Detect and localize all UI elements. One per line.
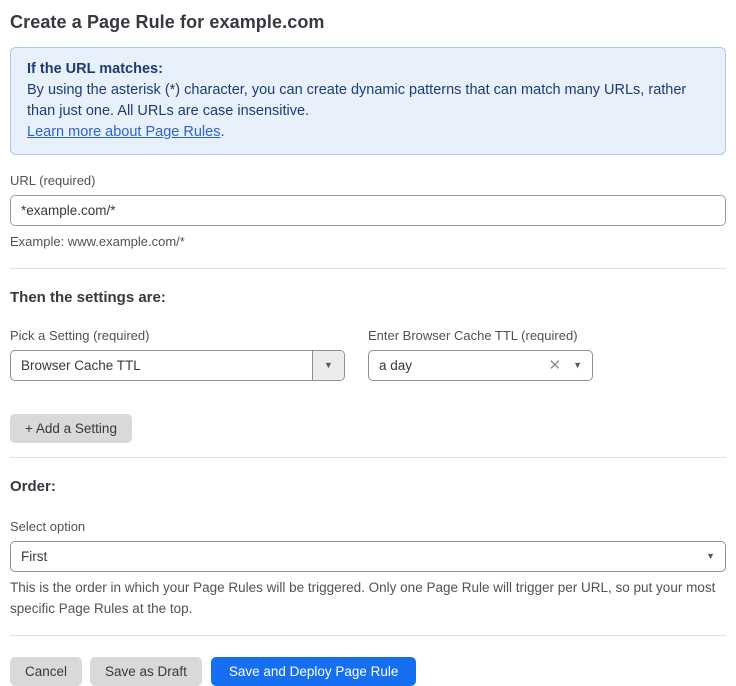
- info-box-body: By using the asterisk (*) character, you…: [27, 80, 709, 122]
- ttl-column: Enter Browser Cache TTL (required) a day…: [368, 328, 593, 381]
- link-period: .: [220, 124, 224, 140]
- divider-settings: [10, 268, 726, 269]
- order-select-label: Select option: [10, 519, 726, 534]
- order-select-value: First: [11, 549, 706, 564]
- order-select[interactable]: First ▼: [10, 541, 726, 572]
- pick-setting-value: Browser Cache TTL: [11, 358, 312, 373]
- chevron-down-icon: ▼: [706, 552, 715, 561]
- divider-actions: [10, 635, 726, 636]
- url-label: URL (required): [10, 173, 726, 188]
- pick-setting-column: Pick a Setting (required) Browser Cache …: [10, 328, 345, 381]
- save-and-deploy-button[interactable]: Save and Deploy Page Rule: [211, 657, 417, 686]
- add-setting-row: + Add a Setting: [10, 414, 726, 443]
- ttl-value: a day: [369, 358, 549, 373]
- info-box-link-line: Learn more about Page Rules.: [27, 122, 709, 143]
- page-rule-form: Create a Page Rule for example.com If th…: [0, 0, 736, 686]
- add-setting-button[interactable]: + Add a Setting: [10, 414, 132, 443]
- info-box-heading: If the URL matches:: [27, 59, 709, 80]
- divider-order: [10, 457, 726, 458]
- settings-row: Pick a Setting (required) Browser Cache …: [10, 328, 726, 381]
- page-title: Create a Page Rule for example.com: [10, 12, 726, 33]
- clear-icon[interactable]: ✕: [549, 358, 562, 373]
- save-as-draft-button[interactable]: Save as Draft: [90, 657, 202, 686]
- chevron-down-icon: ▼: [573, 361, 582, 370]
- cancel-button[interactable]: Cancel: [10, 657, 82, 686]
- pick-setting-label: Pick a Setting (required): [10, 328, 345, 343]
- url-example-helper: Example: www.example.com/*: [10, 233, 726, 252]
- form-actions: Cancel Save as Draft Save and Deploy Pag…: [10, 657, 726, 686]
- chevron-down-icon: ▼: [324, 361, 333, 370]
- order-helper-text: This is the order in which your Page Rul…: [10, 577, 726, 619]
- ttl-select[interactable]: a day ✕ ▼: [368, 350, 593, 381]
- pick-setting-arrow-segment[interactable]: ▼: [312, 351, 344, 380]
- ttl-label: Enter Browser Cache TTL (required): [368, 328, 593, 343]
- url-match-info-box: If the URL matches: By using the asteris…: [10, 47, 726, 155]
- url-input[interactable]: [10, 195, 726, 226]
- pick-setting-select[interactable]: Browser Cache TTL ▼: [10, 350, 345, 381]
- order-heading: Order:: [10, 478, 726, 495]
- learn-more-link[interactable]: Learn more about Page Rules: [27, 124, 220, 140]
- settings-heading: Then the settings are:: [10, 289, 726, 306]
